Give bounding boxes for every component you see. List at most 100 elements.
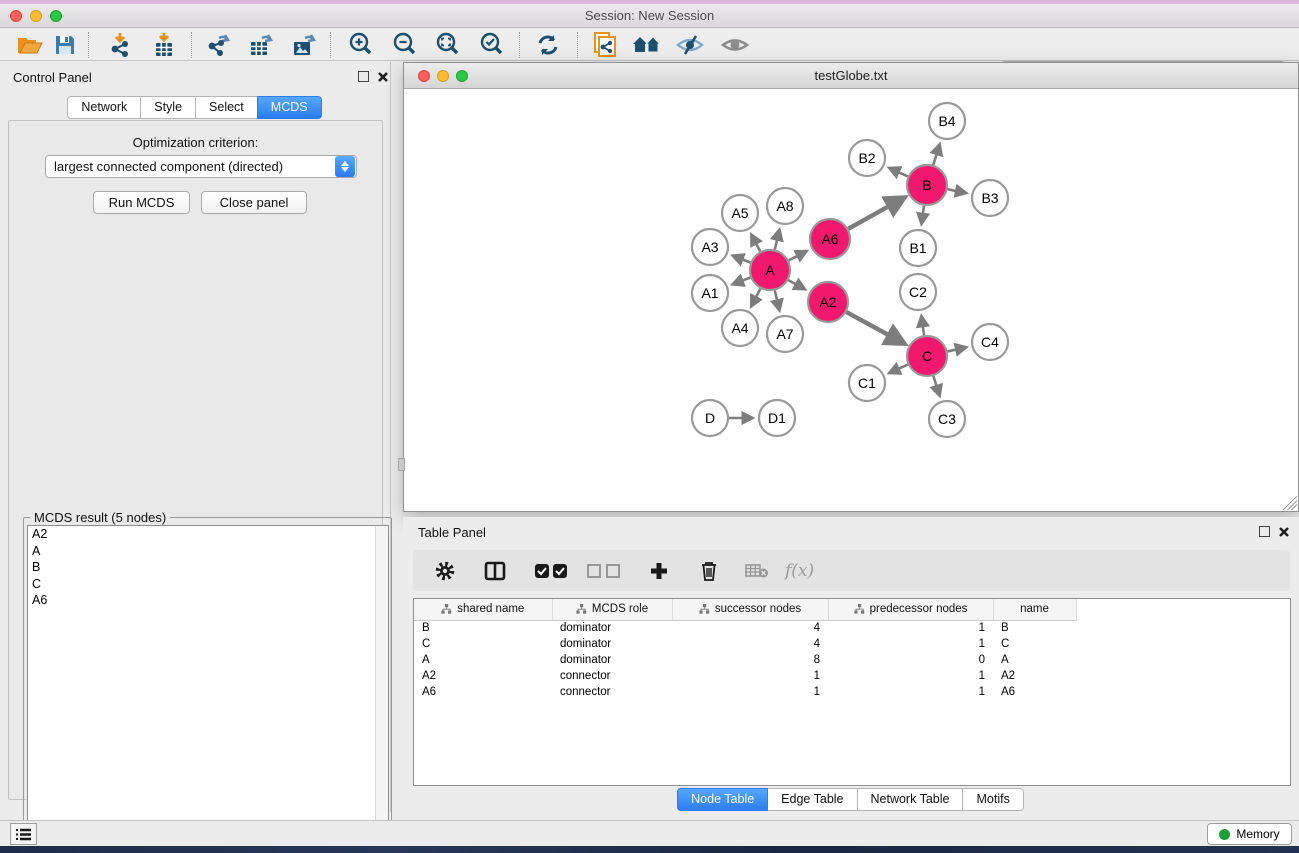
network-zoom-button[interactable] <box>456 70 468 82</box>
table-cell[interactable]: C <box>993 636 1076 652</box>
network-node[interactable]: B3 <box>972 180 1008 216</box>
network-edge[interactable] <box>752 235 761 251</box>
network-node[interactable]: C2 <box>900 274 936 310</box>
refresh-layout-icon[interactable] <box>531 32 565 58</box>
hide-selected-icon[interactable] <box>673 32 707 58</box>
network-edge[interactable] <box>751 289 760 306</box>
table-cell[interactable]: connector <box>552 684 672 700</box>
network-node[interactable]: A <box>750 250 790 290</box>
add-column-icon[interactable] <box>645 558 673 584</box>
network-edge[interactable] <box>890 168 908 176</box>
export-image-icon[interactable] <box>287 32 321 58</box>
network-node[interactable]: A6 <box>810 219 850 259</box>
network-edge[interactable] <box>789 251 806 260</box>
network-node[interactable]: A7 <box>767 316 803 352</box>
table-cell[interactable]: A <box>414 652 552 668</box>
network-edge[interactable] <box>848 198 903 229</box>
column-header-MCDS-role[interactable]: MCDS role <box>552 599 672 620</box>
column-header-predecessor-nodes[interactable]: predecessor nodes <box>828 599 993 620</box>
zoom-window-button[interactable] <box>50 10 62 22</box>
table-cell[interactable]: A2 <box>414 668 552 684</box>
table-close-panel-icon[interactable] <box>1278 526 1290 538</box>
float-panel-icon[interactable] <box>358 71 369 82</box>
zoom-out-icon[interactable] <box>388 32 422 58</box>
column-header-shared-name[interactable]: shared name <box>414 599 552 620</box>
network-edge[interactable] <box>733 256 750 263</box>
network-node[interactable]: A2 <box>808 282 848 322</box>
network-minimize-button[interactable] <box>437 70 449 82</box>
table-cell[interactable]: 1 <box>828 668 993 684</box>
table-row[interactable]: A6connector11A6 <box>414 684 1076 700</box>
mcds-result-item[interactable]: A6 <box>28 592 388 609</box>
mcds-result-item[interactable]: A <box>28 543 388 560</box>
table-cell[interactable]: 1 <box>828 684 993 700</box>
network-edge[interactable] <box>948 189 966 193</box>
minimize-window-button[interactable] <box>30 10 42 22</box>
save-session-icon[interactable] <box>48 32 82 58</box>
table-cell[interactable]: A2 <box>993 668 1076 684</box>
table-cell[interactable]: 1 <box>672 684 828 700</box>
table-cell[interactable]: B <box>993 620 1076 636</box>
table-cell[interactable]: B <box>414 620 552 636</box>
network-node[interactable]: B2 <box>849 140 885 176</box>
table-cell[interactable]: C <box>414 636 552 652</box>
mcds-list-scrollbar[interactable] <box>375 526 388 853</box>
network-edge[interactable] <box>788 280 804 289</box>
close-panel-icon[interactable] <box>377 71 389 83</box>
network-node[interactable]: A3 <box>692 229 728 265</box>
network-node[interactable]: C <box>907 336 947 376</box>
network-node[interactable]: B <box>907 165 947 205</box>
network-window-titlebar[interactable]: testGlobe.txt <box>404 63 1298 89</box>
table-row[interactable]: A2connector11A2 <box>414 668 1076 684</box>
network-edge[interactable] <box>890 365 908 373</box>
table-cell[interactable]: A6 <box>414 684 552 700</box>
mcds-result-item[interactable]: C <box>28 576 388 593</box>
mcds-result-item[interactable]: A2 <box>28 526 388 543</box>
tab-select[interactable]: Select <box>195 96 258 119</box>
table-cell[interactable]: 1 <box>828 636 993 652</box>
network-edge[interactable] <box>846 312 903 343</box>
network-edge[interactable] <box>733 278 750 285</box>
task-list-button[interactable] <box>10 823 37 845</box>
export-table-icon[interactable] <box>244 32 278 58</box>
gear-icon[interactable] <box>431 558 459 584</box>
function-builder-icon[interactable]: f(x) <box>785 561 814 581</box>
open-file-icon[interactable] <box>13 32 47 58</box>
network-node[interactable]: C3 <box>929 401 965 437</box>
table-cell[interactable]: 8 <box>672 652 828 668</box>
delete-table-icon[interactable] <box>743 558 771 584</box>
network-canvas[interactable]: B4B2BB3A5A8A6A3B1AA1C2A2A4A7C4CC1C3DD1 <box>404 89 1298 511</box>
table-cell[interactable]: A6 <box>993 684 1076 700</box>
network-edge[interactable] <box>775 290 780 309</box>
column-header-successor-nodes[interactable]: successor nodes <box>672 599 828 620</box>
tab-style[interactable]: Style <box>140 96 196 119</box>
table-row[interactable]: Adominator80A <box>414 652 1076 668</box>
network-node[interactable]: A8 <box>767 188 803 224</box>
tab-network[interactable]: Network <box>67 96 141 119</box>
table-cell[interactable]: dominator <box>552 636 672 652</box>
table-cell[interactable]: dominator <box>552 620 672 636</box>
network-node[interactable]: B1 <box>900 230 936 266</box>
tab-motifs[interactable]: Motifs <box>962 788 1023 811</box>
zoom-selected-icon[interactable] <box>475 32 509 58</box>
deselect-all-checkboxes-icon[interactable] <box>585 558 623 584</box>
network-node[interactable]: D1 <box>759 400 795 436</box>
export-network-icon[interactable] <box>201 32 235 58</box>
mcds-result-list[interactable]: A2ABCA6 <box>27 525 389 853</box>
show-all-icon[interactable] <box>718 32 752 58</box>
home-view-icon[interactable] <box>630 32 664 58</box>
canvas-scrollbar-thumb[interactable] <box>398 458 405 471</box>
tab-mcds[interactable]: MCDS <box>257 96 322 119</box>
close-panel-button[interactable]: Close panel <box>201 191 307 214</box>
select-all-checkboxes-icon[interactable] <box>533 558 571 584</box>
table-cell[interactable]: 1 <box>672 668 828 684</box>
table-cell[interactable]: 4 <box>672 636 828 652</box>
delete-column-icon[interactable] <box>695 558 723 584</box>
network-node[interactable]: C1 <box>849 365 885 401</box>
network-node[interactable]: B4 <box>929 103 965 139</box>
network-graph[interactable]: B4B2BB3A5A8A6A3B1AA1C2A2A4A7C4CC1C3DD1 <box>404 89 1298 511</box>
mcds-result-item[interactable]: B <box>28 559 388 576</box>
network-edge[interactable] <box>922 206 924 223</box>
zoom-in-icon[interactable] <box>344 32 378 58</box>
import-network-icon[interactable] <box>103 32 137 58</box>
